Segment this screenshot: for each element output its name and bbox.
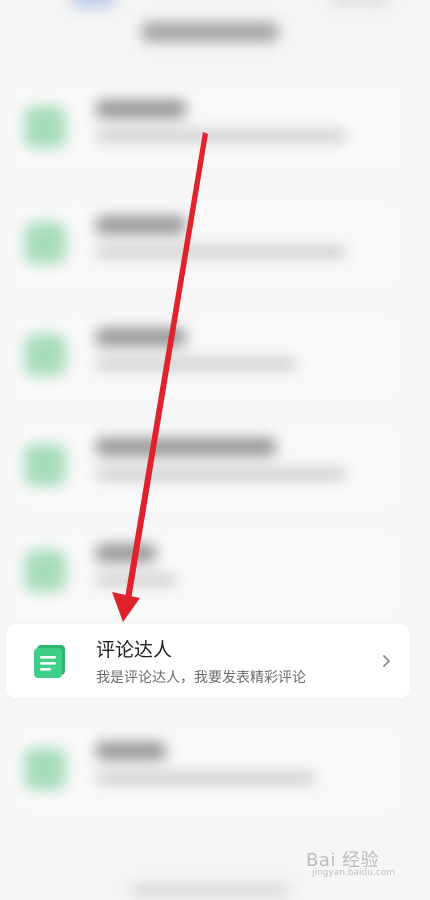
baidu-jingyan-watermark: Bai 经验 jingyan.baidu.com	[306, 846, 406, 886]
blurred-page-title	[142, 22, 278, 42]
blurred-bottom-element	[130, 884, 290, 896]
blurred-list-item	[10, 728, 405, 814]
watermark-url: jingyan.baidu.com	[312, 868, 396, 878]
chevron-right-icon	[383, 655, 390, 667]
blurred-list-item	[10, 202, 405, 288]
blurred-background	[0, 0, 430, 900]
comment-icon	[34, 645, 65, 678]
list-item-title: 评论达人	[96, 639, 173, 661]
blurred-top-right-element	[330, 0, 390, 6]
blurred-list-item	[10, 424, 405, 510]
blurred-list-item	[10, 530, 405, 616]
list-item-comment-expert[interactable]: 评论达人 我是评论达人，我要发表精彩评论	[6, 624, 410, 698]
app-screen: 评论达人 我是评论达人，我要发表精彩评论 Bai 经验 jingyan.baid…	[0, 0, 430, 900]
blurred-list-item	[10, 314, 405, 400]
blurred-top-element	[70, 0, 116, 8]
blurred-list-item	[10, 86, 405, 172]
list-item-subtitle: 我是评论达人，我要发表精彩评论	[96, 670, 306, 686]
